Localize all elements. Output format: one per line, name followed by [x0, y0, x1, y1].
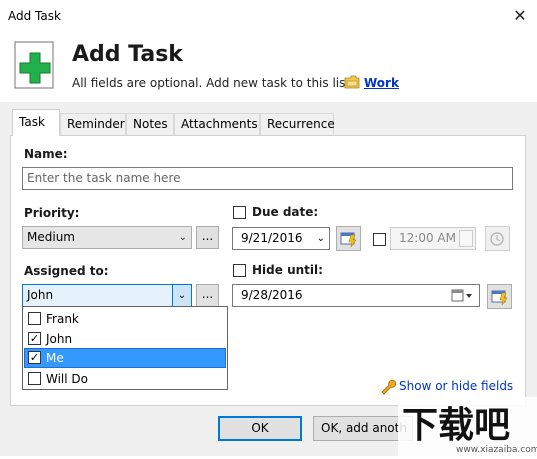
priority-value: Medium: [27, 230, 75, 244]
option-label: Me: [46, 351, 64, 365]
hide-until-quick-button[interactable]: [487, 284, 512, 309]
hide-until-checkbox[interactable]: [233, 264, 246, 277]
option-checkbox-checked[interactable]: ✓: [28, 332, 41, 345]
due-date-value: 9/21/2016: [241, 231, 303, 245]
clock-flash-icon: [490, 232, 504, 246]
time-quick-button[interactable]: [485, 226, 510, 251]
chevron-down-icon: ⌄: [316, 233, 325, 244]
assigned-value: John: [27, 288, 54, 302]
option-label: John: [46, 332, 73, 346]
hide-until-value: 9/28/2016: [241, 288, 303, 302]
watermark-logo: 下载吧 www.xiazaiba.com: [398, 397, 537, 456]
due-time-checkbox[interactable]: [373, 233, 386, 246]
dropdown-option-will-do[interactable]: Will Do: [24, 369, 226, 389]
hide-until-picker[interactable]: 9/28/2016: [232, 284, 480, 307]
task-name-placeholder: Enter the task name here: [27, 171, 181, 185]
assigned-dropdown-list: Frank ✓ John ✓ Me Will Do: [22, 306, 228, 390]
dropdown-option-frank[interactable]: Frank: [24, 309, 226, 329]
ok-button[interactable]: OK: [218, 416, 302, 441]
calendar-flash-icon: [340, 232, 357, 248]
due-time-input[interactable]: 12:00 AM: [390, 227, 476, 250]
priority-label: Priority:: [24, 206, 80, 220]
option-checkbox[interactable]: [28, 372, 41, 385]
tab-task[interactable]: Task: [12, 109, 60, 136]
due-date-picker[interactable]: 9/21/2016 ⌄: [232, 227, 330, 250]
calendar-flash-icon: [491, 290, 508, 306]
option-label: Frank: [46, 312, 79, 326]
page-title: Add Task: [72, 42, 183, 67]
header-subtitle: All fields are optional. Add new task to…: [72, 76, 355, 90]
tab-recurrence[interactable]: Recurrence: [260, 113, 335, 135]
window-title: Add Task: [8, 9, 61, 23]
due-date-quick-button[interactable]: [336, 226, 361, 251]
calendar-dropdown-icon: [451, 289, 472, 302]
option-checkbox-checked[interactable]: ✓: [28, 351, 41, 364]
tab-attachments[interactable]: Attachments: [174, 113, 260, 135]
show-hide-fields-link[interactable]: Show or hide fields: [399, 379, 513, 393]
close-button[interactable]: ✕: [508, 4, 532, 28]
hide-until-label: Hide until:: [252, 263, 323, 277]
option-label: Will Do: [46, 372, 88, 386]
time-spinner: [459, 230, 473, 247]
priority-more-button[interactable]: ...: [196, 226, 219, 249]
priority-select[interactable]: Medium ⌄: [22, 226, 192, 249]
task-name-input[interactable]: Enter the task name here: [22, 167, 513, 190]
dropdown-option-john[interactable]: ✓ John: [24, 329, 226, 349]
assigned-more-button[interactable]: ...: [196, 284, 219, 307]
tab-notes[interactable]: Notes: [126, 113, 174, 135]
svg-text:下载吧: 下载吧: [402, 405, 510, 446]
list-link[interactable]: Work: [364, 76, 399, 90]
chevron-down-icon: ⌄: [172, 285, 191, 306]
chevron-down-icon: ⌄: [178, 232, 187, 243]
svg-text:www.xiazaiba.com: www.xiazaiba.com: [456, 445, 537, 455]
assigned-label: Assigned to:: [24, 264, 109, 278]
dropdown-option-me[interactable]: ✓ Me: [24, 348, 226, 368]
due-time-value: 12:00 AM: [399, 231, 456, 245]
wrench-icon: [381, 379, 396, 395]
name-label: Name:: [24, 147, 68, 161]
due-date-checkbox[interactable]: [233, 206, 246, 219]
folder-icon: [344, 75, 360, 89]
add-task-icon: [14, 41, 54, 89]
assigned-select[interactable]: John ⌄: [22, 284, 192, 307]
tab-reminder[interactable]: Reminder: [60, 113, 126, 135]
due-date-label: Due date:: [252, 205, 319, 219]
option-checkbox[interactable]: [28, 312, 41, 325]
